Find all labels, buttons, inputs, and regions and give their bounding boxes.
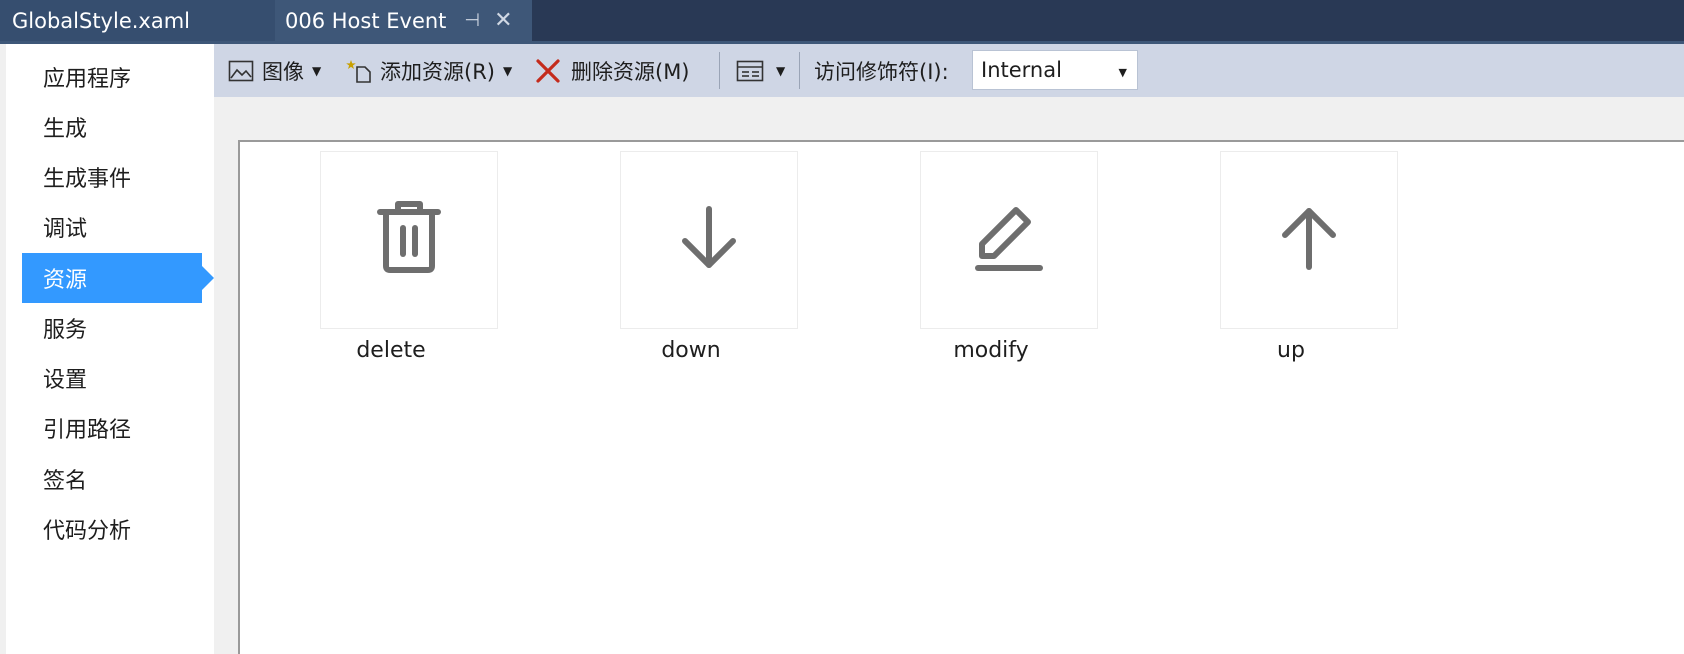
arrow-up-icon (1279, 205, 1339, 275)
chevron-down-icon: ▼ (502, 63, 513, 78)
view-list-icon (736, 60, 764, 82)
resource-tile-delete[interactable] (320, 151, 498, 329)
resource-type-dropdown[interactable]: 图像 ▼ (228, 44, 321, 97)
delete-resource-label: 删除资源(M) (571, 59, 690, 84)
add-resource-label: 添加资源(R) (380, 59, 495, 84)
tab-host-event[interactable]: 006 Host Event ⊣ ✕ (275, 0, 532, 41)
resource-tile-modify[interactable] (920, 151, 1098, 329)
resource-label-delete: delete (356, 338, 426, 363)
resource-tile-up[interactable] (1220, 151, 1398, 329)
sidebar-item-build[interactable]: 生成 (22, 102, 202, 152)
sidebar-item-code-analysis[interactable]: 代码分析 (22, 504, 202, 554)
toolbar-separator (719, 52, 720, 89)
sidebar-item-label: 设置 (43, 368, 88, 393)
tab-label: 006 Host Event (285, 8, 447, 33)
tab-label: GlobalStyle.xaml (12, 8, 190, 33)
view-mode-dropdown[interactable]: ▼ (736, 44, 785, 97)
image-icon (228, 60, 254, 82)
sidebar-item-signing[interactable]: 签名 (22, 454, 202, 504)
chevron-down-icon: ▼ (776, 63, 786, 78)
add-resource-icon (346, 59, 372, 83)
nav-left-border (0, 44, 6, 654)
chevron-down-icon: ▼ (1118, 66, 1127, 79)
chevron-down-icon: ▼ (312, 63, 322, 78)
sidebar-item-application[interactable]: 应用程序 (22, 52, 202, 102)
sidebar-item-label: 应用程序 (43, 67, 132, 92)
access-modifier-label: 访问修饰符(I): (814, 44, 949, 97)
delete-x-icon (535, 58, 561, 84)
pin-icon[interactable]: ⊣ (464, 10, 480, 31)
project-properties-nav: 应用程序 生成 生成事件 调试 资源 服务 设置 引用路径 签名 代码分析 (0, 44, 214, 654)
sidebar-item-label: 资源 (43, 268, 88, 293)
sidebar-item-label: 引用路径 (43, 418, 132, 443)
sidebar-item-label: 签名 (43, 469, 88, 494)
resource-label-up: up (1277, 338, 1305, 363)
sidebar-item-services[interactable]: 服务 (22, 303, 202, 353)
sidebar-item-resources[interactable]: 资源 (22, 253, 214, 303)
sidebar-item-build-events[interactable]: 生成事件 (22, 152, 202, 202)
image-label: 图像 (262, 59, 304, 84)
edit-icon (974, 202, 1044, 278)
add-resource-button[interactable]: 添加资源(R) ▼ (346, 44, 512, 97)
toolbar-separator (799, 52, 800, 89)
resources-toolbar: 图像 ▼ 添加资源(R) ▼ 删除资源(M) ▼ 访问修饰符(I): (214, 44, 1684, 97)
trash-icon (374, 200, 444, 280)
sidebar-item-reference-paths[interactable]: 引用路径 (22, 403, 202, 453)
tab-globalstyle[interactable]: GlobalStyle.xaml (0, 0, 275, 41)
delete-resource-button[interactable]: 删除资源(M) (535, 44, 690, 97)
resource-label-modify: modify (953, 338, 1029, 363)
sidebar-item-label: 调试 (43, 217, 88, 242)
resource-label-down: down (661, 338, 721, 363)
sidebar-item-label: 生成事件 (43, 167, 132, 192)
sidebar-item-label: 代码分析 (43, 519, 132, 544)
resource-tile-down[interactable] (620, 151, 798, 329)
access-modifier-text: 访问修饰符(I): (814, 59, 949, 84)
close-icon[interactable]: ✕ (494, 8, 512, 33)
sidebar-item-label: 生成 (43, 117, 88, 142)
arrow-down-icon (679, 205, 739, 275)
access-modifier-value: Internal (981, 58, 1062, 82)
sidebar-item-label: 服务 (43, 318, 88, 343)
access-modifier-select[interactable]: Internal ▼ (972, 50, 1138, 90)
sidebar-item-debug[interactable]: 调试 (22, 202, 202, 252)
document-tab-bar: GlobalStyle.xaml 006 Host Event ⊣ ✕ (0, 0, 1684, 41)
sidebar-item-settings[interactable]: 设置 (22, 353, 202, 403)
